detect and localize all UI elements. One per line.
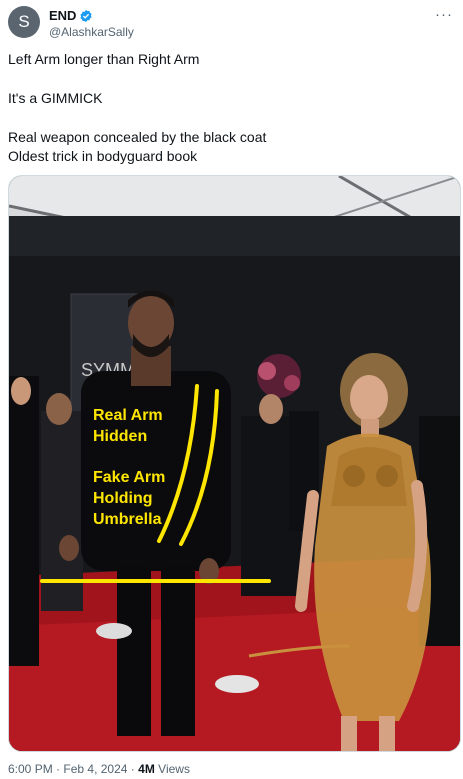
- tweet-text: Left Arm longer than Right Arm It's a GI…: [8, 50, 455, 166]
- tweet-line: Real weapon concealed by the black coat: [8, 129, 267, 145]
- views-count: 4M: [138, 762, 155, 776]
- author-name-row[interactable]: END: [49, 8, 93, 23]
- annotation-holding: Holding: [93, 490, 153, 507]
- verified-badge-icon: [80, 9, 93, 22]
- tweet-media[interactable]: SYMM Real Arm Hidden Fake Arm Holding Um…: [8, 175, 461, 752]
- avatar[interactable]: S: [8, 6, 40, 38]
- post-date[interactable]: Feb 4, 2024: [63, 762, 127, 776]
- annotation-hidden: Hidden: [93, 428, 147, 445]
- views-label: Views: [158, 762, 190, 776]
- tweet-line: It's a GIMMICK: [8, 90, 103, 106]
- tweet-meta: 6:00 PM · Feb 4, 2024 · 4M Views: [8, 762, 190, 776]
- tweet-line: Oldest trick in bodyguard book: [8, 148, 198, 164]
- author-handle[interactable]: @AlashkarSally: [49, 25, 134, 39]
- tweet-line: Left Arm longer than Right Arm: [8, 51, 200, 67]
- media-image[interactable]: SYMM Real Arm Hidden Fake Arm Holding Um…: [9, 176, 460, 751]
- annotation-real-arm: Real Arm: [93, 407, 163, 424]
- annotation-fake-arm: Fake Arm: [93, 469, 165, 486]
- post-time[interactable]: 6:00 PM: [8, 762, 53, 776]
- annotation-umbrella: Umbrella: [93, 511, 162, 528]
- more-options-icon[interactable]: ···: [435, 6, 453, 23]
- tweet-header: S END @AlashkarSally ···: [8, 6, 455, 40]
- display-name[interactable]: END: [49, 8, 76, 23]
